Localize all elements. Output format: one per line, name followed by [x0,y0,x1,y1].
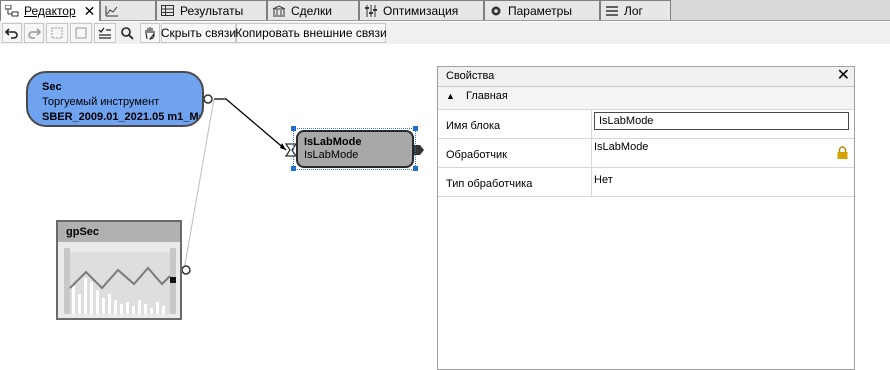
undo-icon [5,28,18,39]
tab-chart[interactable] [100,0,156,20]
deals-icon [272,4,286,17]
properties-group-label: Главная [465,90,508,102]
link-arrowhead [280,143,286,150]
tab-log-label: Лог [624,3,643,18]
node-gpsec-title: gpSec [58,222,180,242]
editor-icon [4,4,19,17]
gear-icon [489,5,503,17]
node-islabmode-title: IsLabMode [304,136,362,148]
property-row-block-name: Имя блока IsLabMode [438,109,854,138]
redo-button[interactable] [24,23,44,43]
properties-title: Свойства [446,70,495,82]
sec-output-port [203,94,213,104]
undo-button[interactable] [2,23,22,43]
resize-handle-bl[interactable] [291,166,296,171]
resize-handle-tr[interactable] [413,126,418,131]
tab-editor[interactable]: Редактор ✕ [0,0,100,21]
node-sec-value: SBER_2009.01_2021.05 m1_Mc [42,111,204,123]
log-icon [605,5,619,17]
close-icon[interactable]: ✕ [837,67,850,85]
checklist-icon [98,27,111,39]
align-button[interactable] [46,23,68,43]
pan-button[interactable] [140,23,160,43]
tab-optimization-label: Оптимизация [383,3,459,18]
gpsec-input-port [181,265,191,275]
toolbar: Скрыть связи Копировать внешние связи [0,22,890,44]
close-icon[interactable]: ✕ [84,4,96,18]
hide-links-button[interactable]: Скрыть связи [161,23,236,43]
redo-icon [28,28,41,39]
property-row-handler: Обработчик IsLabMode [438,138,854,167]
resize-handle-br[interactable] [413,166,418,171]
node-islabmode-subtitle: IsLabMode [304,149,359,161]
fit-button[interactable] [70,23,92,43]
property-row-handler-type: Тип обработчика Нет [438,167,854,197]
copy-external-links-button[interactable]: Копировать внешние связи [235,23,387,43]
align-icon [51,27,63,39]
block-name-input[interactable]: IsLabMode [594,112,849,130]
handler-type-value: Нет [594,174,613,186]
properties-panel: Свойства ✕ ▲ Главная Имя блока IsLabMode… [437,66,855,370]
results-icon [161,4,175,17]
search-icon [121,27,134,40]
property-name: Обработчик [446,149,507,161]
chart-icon [105,5,119,17]
resize-handle-tl[interactable] [291,126,296,131]
node-sec[interactable]: Sec Торгуемый инструмент SBER_2009.01_20… [26,71,204,127]
property-name: Имя блока [446,120,501,132]
properties-title-bar: Свойства ✕ [438,67,854,87]
tab-results[interactable]: Результаты [156,0,267,20]
hand-icon [145,27,155,40]
tab-log[interactable]: Лог [600,0,671,20]
chart-preview-icon [64,248,176,314]
tab-deals[interactable]: Сделки [267,0,359,20]
fit-icon [75,27,87,39]
node-sec-title: Sec [42,81,62,93]
search-button[interactable] [118,23,136,43]
tab-editor-label: Редактор [24,4,76,18]
link-sec-islab [214,98,287,151]
optimization-icon [364,4,378,17]
tab-deals-label: Сделки [291,3,332,18]
property-name: Тип обработчика [446,178,533,190]
node-sec-subtitle: Торгуемый инструмент [42,96,160,108]
node-gpsec[interactable]: gpSec [56,220,182,320]
checklist-button[interactable] [94,23,116,43]
tab-parameters-label: Параметры [508,3,572,18]
handler-field[interactable]: IsLabMode [591,139,854,167]
handler-value: IsLabMode [594,141,649,153]
lock-icon [837,146,848,159]
tab-parameters[interactable]: Параметры [484,0,600,20]
node-islabmode[interactable]: IsLabMode IsLabMode [296,130,414,168]
tab-optimization[interactable]: Оптимизация [359,0,484,20]
chevron-up-icon: ▲ [446,91,455,101]
tab-results-label: Результаты [180,3,244,18]
properties-group-main[interactable]: ▲ Главная [438,87,854,109]
handler-type-field[interactable]: Нет [591,168,854,196]
tab-strip: Редактор ✕ Результаты Сделки Оптимизация… [0,0,890,21]
